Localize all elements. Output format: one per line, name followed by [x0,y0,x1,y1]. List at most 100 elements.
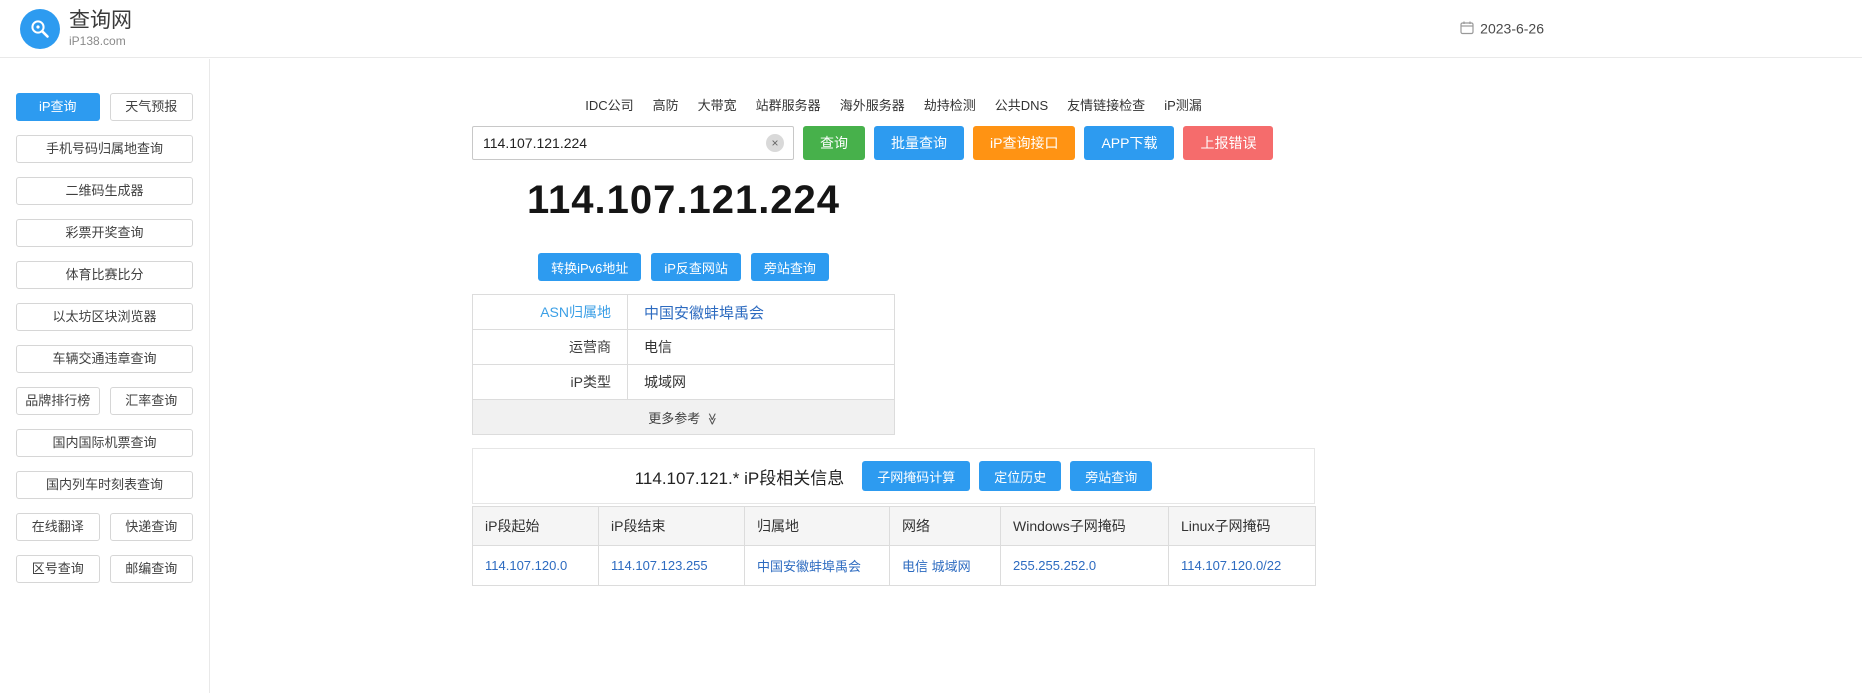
sidebar-item[interactable]: 彩票开奖查询 [16,219,193,247]
nav-link[interactable]: 公共DNS [995,95,1048,114]
ip-info-table: ASN归属地中国安徽蚌埠禹会运营商电信iP类型城域网更多参考 ≫ [472,294,895,435]
info-value: 城域网 [628,365,895,400]
logo-text: 查询网 iP138.com [69,9,132,47]
chevron-down-icon: ≫ [706,412,720,425]
segment-table: iP段起始iP段结束归属地网络Windows子网掩码Linux子网掩码 114.… [472,506,1316,586]
sidebar-item[interactable]: 国内国际机票查询 [16,429,193,457]
action-button[interactable]: 上报错误 [1183,126,1273,160]
nav-link[interactable]: iP测漏 [1164,95,1202,114]
calendar-icon [1460,20,1474,37]
column-header: Windows子网掩码 [1001,507,1169,546]
site-subtitle: iP138.com [69,34,132,48]
sidebar-item[interactable]: 邮编查询 [110,555,194,583]
nav-link[interactable]: 友情链接检查 [1067,95,1145,114]
sidebar-item[interactable]: 在线翻译 [16,513,100,541]
action-button[interactable]: 批量查询 [874,126,964,160]
nav-link[interactable]: 大带宽 [698,95,737,114]
sidebar-row: 彩票开奖查询 [16,219,193,247]
table-cell[interactable]: 电信 城域网 [890,546,1001,586]
ip-heading: 114.107.121.224 [472,178,895,223]
sidebar-row: 区号查询邮编查询 [16,555,193,583]
sidebar-item[interactable]: 天气预报 [110,93,194,121]
info-label[interactable]: ASN归属地 [473,295,628,330]
search-input[interactable] [473,127,793,159]
date-display: 2023-6-26 [1460,20,1544,37]
info-row: 运营商电信 [473,330,895,365]
sidebar-row: 以太坊区块浏览器 [16,303,193,331]
sidebar-row: 品牌排行榜汇率查询 [16,387,193,415]
main-content: IDC公司高防大带宽站群服务器海外服务器劫持检测公共DNS友情链接检查iP测漏 … [472,59,1315,586]
segment-buttons: 子网掩码计算定位历史旁站查询 [862,461,1152,491]
ip-tool-button[interactable]: iP反查网站 [651,253,741,281]
ip-info-body: ASN归属地中国安徽蚌埠禹会运营商电信iP类型城域网更多参考 ≫ [473,295,895,435]
info-value: 电信 [628,330,895,365]
more-row: 更多参考 ≫ [473,400,895,435]
top-nav: IDC公司 高防大带宽站群服务器海外服务器劫持检测公共DNS 友情链接检查 iP测漏 [472,95,1315,114]
table-cell[interactable]: 114.107.120.0 [473,546,599,586]
sidebar-row: iP查询天气预报 [16,93,193,121]
segment-header: 114.107.121.* iP段相关信息 子网掩码计算定位历史旁站查询 [472,448,1315,504]
sidebar-item[interactable]: 二维码生成器 [16,177,193,205]
column-header: 网络 [890,507,1001,546]
sidebar-item[interactable]: 以太坊区块浏览器 [16,303,193,331]
info-value[interactable]: 中国安徽蚌埠禹会 [628,295,895,330]
sidebar-row: 在线翻译快递查询 [16,513,193,541]
sidebar-item[interactable]: 手机号码归属地查询 [16,135,193,163]
table-cell[interactable]: 255.255.252.0 [1001,546,1169,586]
date-text: 2023-6-26 [1480,21,1544,37]
sidebar-row: 手机号码归属地查询 [16,135,193,163]
column-header: 归属地 [745,507,890,546]
ip-action-buttons: 转换iPv6地址 iP反查网站旁站查询 [472,253,895,281]
ip-tool-button[interactable]: 转换iPv6地址 [538,253,641,281]
magnifier-logo-icon [20,9,60,49]
clear-icon[interactable]: × [766,134,784,152]
search-row: × 查询批量查询 iP查询接口 APP下载上报错误 [472,126,1315,160]
sidebar-item[interactable]: 国内列车时刻表查询 [16,471,193,499]
result-section: 114.107.121.224 转换iPv6地址 iP反查网站旁站查询 ASN归属… [472,178,895,435]
table-cell[interactable]: 114.107.120.0/22 [1169,546,1316,586]
info-row: ASN归属地中国安徽蚌埠禹会 [473,295,895,330]
site-title: 查询网 [69,9,132,33]
action-button[interactable]: 查询 [803,126,865,160]
action-button[interactable]: APP下载 [1084,126,1174,160]
segment-tool-button[interactable]: 旁站查询 [1070,461,1152,491]
header: 查询网 iP138.com 2023-6-26 [0,0,1862,58]
info-label: 运营商 [473,330,628,365]
table-cell[interactable]: 中国安徽蚌埠禹会 [745,546,890,586]
site-logo[interactable]: 查询网 iP138.com [20,9,132,49]
segment-table-header-row: iP段起始iP段结束归属地网络Windows子网掩码Linux子网掩码 [473,507,1316,546]
segment-tool-button[interactable]: 定位历史 [979,461,1061,491]
column-header: Linux子网掩码 [1169,507,1316,546]
sidebar-item[interactable]: iP查询 [16,93,100,121]
info-label: iP类型 [473,365,628,400]
search-buttons: 查询批量查询 iP查询接口 APP下载上报错误 [803,126,1273,160]
more-reference[interactable]: 更多参考 ≫ [473,400,895,435]
sidebar-row: 车辆交通违章查询 [16,345,193,373]
sidebar-item[interactable]: 品牌排行榜 [16,387,100,415]
nav-link[interactable]: 站群服务器 [756,95,821,114]
info-row: iP类型城域网 [473,365,895,400]
search-box: × [472,126,794,160]
column-header: iP段起始 [473,507,599,546]
segment-tool-button[interactable]: 子网掩码计算 [862,461,970,491]
sidebar: iP查询天气预报手机号码归属地查询二维码生成器彩票开奖查询体育比赛比分以太坊区块… [0,59,210,693]
sidebar-item[interactable]: 体育比赛比分 [16,261,193,289]
nav-link[interactable]: 海外服务器 [840,95,905,114]
segment-section: 114.107.121.* iP段相关信息 子网掩码计算定位历史旁站查询 iP段… [472,448,1315,586]
segment-table-body: 114.107.120.0114.107.123.255中国安徽蚌埠禹会电信 城… [473,546,1316,586]
sidebar-item[interactable]: 快递查询 [110,513,194,541]
segment-title: 114.107.121.* iP段相关信息 [635,464,844,489]
table-cell[interactable]: 114.107.123.255 [599,546,745,586]
ip-tool-button[interactable]: 旁站查询 [751,253,829,281]
sidebar-row: 二维码生成器 [16,177,193,205]
sidebar-row: 国内国际机票查询 [16,429,193,457]
sidebar-item[interactable]: 汇率查询 [110,387,194,415]
sidebar-item[interactable]: 区号查询 [16,555,100,583]
nav-link[interactable]: 高防 [653,95,679,114]
sidebar-item[interactable]: 车辆交通违章查询 [16,345,193,373]
action-button[interactable]: iP查询接口 [973,126,1075,160]
nav-link[interactable]: IDC公司 [585,95,633,114]
more-label: 更多参考 [648,411,700,426]
table-row: 114.107.120.0114.107.123.255中国安徽蚌埠禹会电信 城… [473,546,1316,586]
nav-link[interactable]: 劫持检测 [924,95,976,114]
